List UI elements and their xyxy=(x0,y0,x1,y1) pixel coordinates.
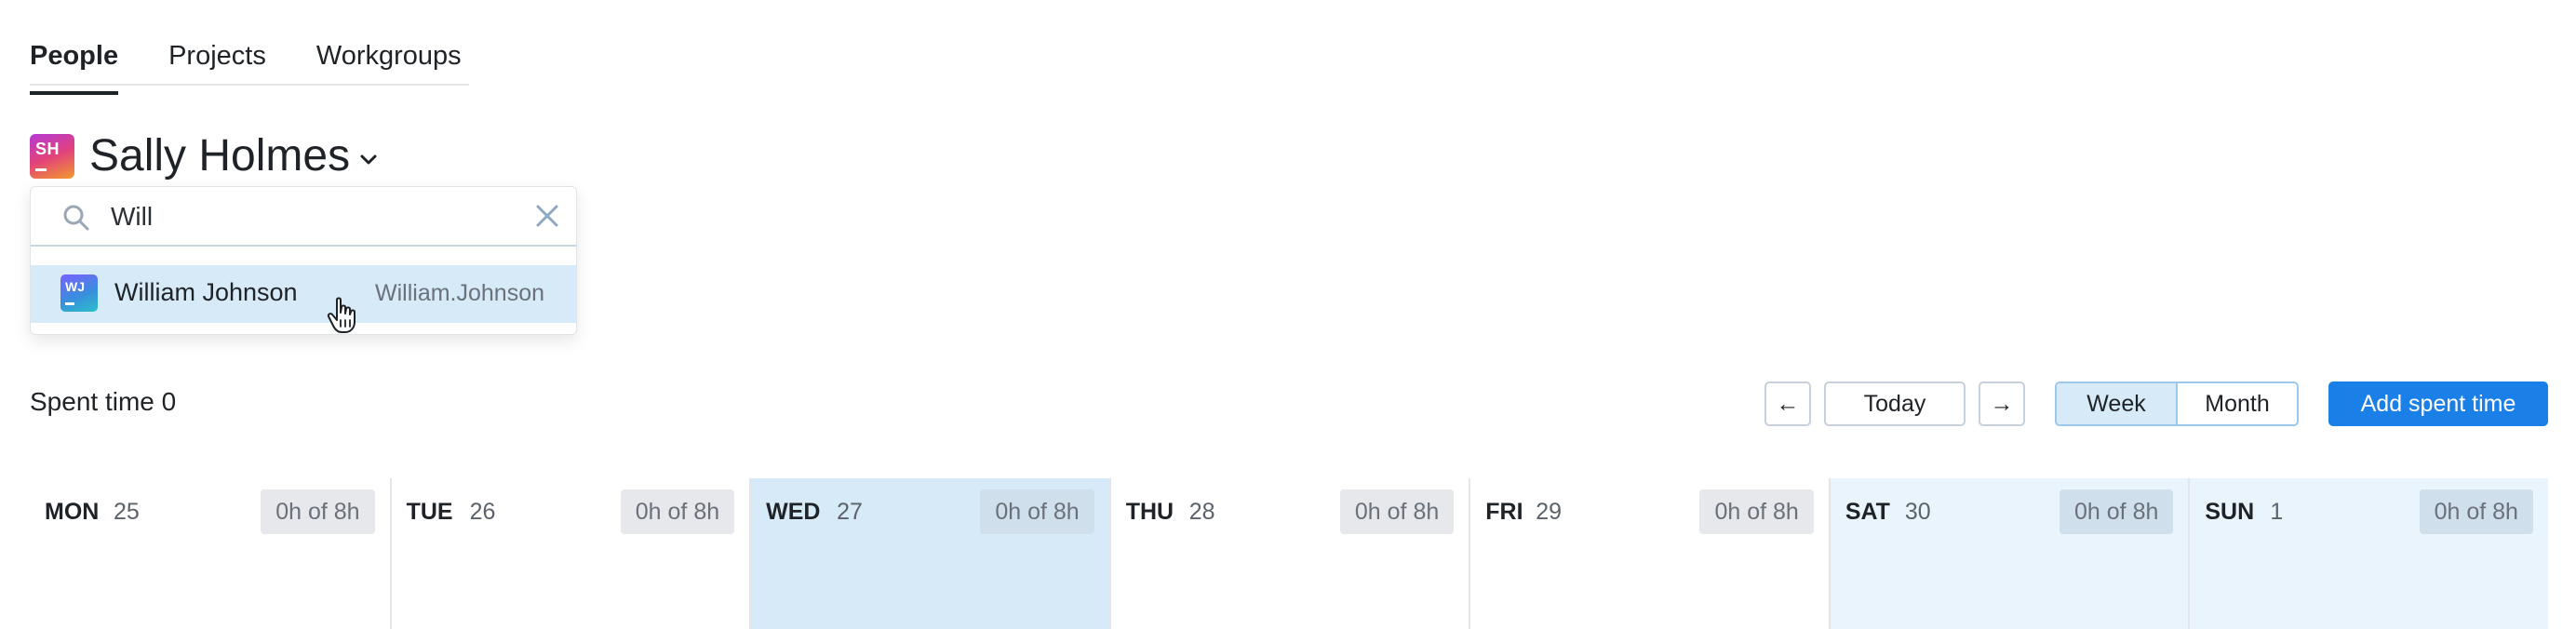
search-result-item[interactable]: WJ William Johnson William.Johnson xyxy=(31,265,576,323)
hours-badge: 0h of 8h xyxy=(620,489,735,534)
week-view-button[interactable]: Week xyxy=(2057,383,2176,424)
tab-people[interactable]: People xyxy=(30,35,119,95)
day-name: TUE xyxy=(406,499,453,525)
avatar-initials: WJ xyxy=(65,279,85,294)
day-number: 25 xyxy=(114,499,140,525)
avatar: WJ xyxy=(60,274,98,312)
day-number: 30 xyxy=(1904,499,1931,525)
add-spent-time-button[interactable]: Add spent time xyxy=(2328,381,2548,426)
day-column-sun[interactable]: SUN 1 0h of 8h xyxy=(2188,478,2548,629)
day-number: 28 xyxy=(1188,499,1215,525)
result-login: William.Johnson xyxy=(375,280,545,306)
hours-badge: 0h of 8h xyxy=(261,489,375,534)
chevron-down-icon[interactable] xyxy=(357,151,380,169)
day-name: SUN xyxy=(2205,499,2255,525)
day-column-wed[interactable]: WED 27 0h of 8h xyxy=(749,478,1109,629)
day-number: 27 xyxy=(837,499,863,525)
day-name: SAT xyxy=(1845,499,1890,525)
hours-badge: 0h of 8h xyxy=(1699,489,1814,534)
day-column-thu[interactable]: THU 28 0h of 8h xyxy=(1108,478,1469,629)
avatar-bar xyxy=(35,168,47,171)
month-view-button[interactable]: Month xyxy=(2176,383,2297,424)
hours-badge: 0h of 8h xyxy=(2419,489,2533,534)
prev-period-button[interactable]: ← xyxy=(1764,381,1811,426)
day-column-mon[interactable]: MON 25 0h of 8h xyxy=(30,478,390,629)
next-period-button[interactable]: → xyxy=(1979,381,2025,426)
day-column-fri[interactable]: FRI 29 0h of 8h xyxy=(1469,478,1829,629)
close-icon[interactable] xyxy=(533,202,561,230)
day-number: 1 xyxy=(2270,499,2284,525)
day-column-tue[interactable]: TUE 26 0h of 8h xyxy=(389,478,750,629)
day-number: 26 xyxy=(469,499,496,525)
view-toggle: Week Month xyxy=(2055,381,2299,426)
user-search-dropdown: WJ William Johnson William.Johnson xyxy=(30,186,577,335)
hours-badge: 0h of 8h xyxy=(2059,489,2174,534)
day-name: WED xyxy=(766,499,821,525)
today-button[interactable]: Today xyxy=(1824,381,1966,426)
result-name: William Johnson xyxy=(114,278,298,306)
day-name: FRI xyxy=(1485,499,1523,525)
day-column-sat[interactable]: SAT 30 0h of 8h xyxy=(1828,478,2189,629)
avatar-initials: SH xyxy=(35,140,60,158)
tab-projects[interactable]: Projects xyxy=(168,35,266,84)
hand-cursor-icon xyxy=(327,297,356,333)
day-name: MON xyxy=(45,499,100,525)
week-calendar: MON 25 0h of 8h TUE 26 0h of 8h WED 27 0… xyxy=(30,478,2548,629)
search-icon xyxy=(63,205,89,231)
search-input[interactable] xyxy=(111,196,502,237)
spent-time-summary: Spent time 0 xyxy=(30,387,177,416)
hours-badge: 0h of 8h xyxy=(980,489,1094,534)
hours-badge: 0h of 8h xyxy=(1339,489,1455,534)
day-number: 29 xyxy=(1536,499,1563,525)
avatar-bar xyxy=(65,302,74,305)
main-tabs: People Projects Workgroups xyxy=(30,35,469,95)
tab-workgroups[interactable]: Workgroups xyxy=(316,35,462,84)
day-name: THU xyxy=(1125,499,1174,525)
search-row xyxy=(31,187,576,247)
person-selector[interactable]: Sally Holmes xyxy=(89,128,350,184)
avatar: SH xyxy=(30,134,74,179)
